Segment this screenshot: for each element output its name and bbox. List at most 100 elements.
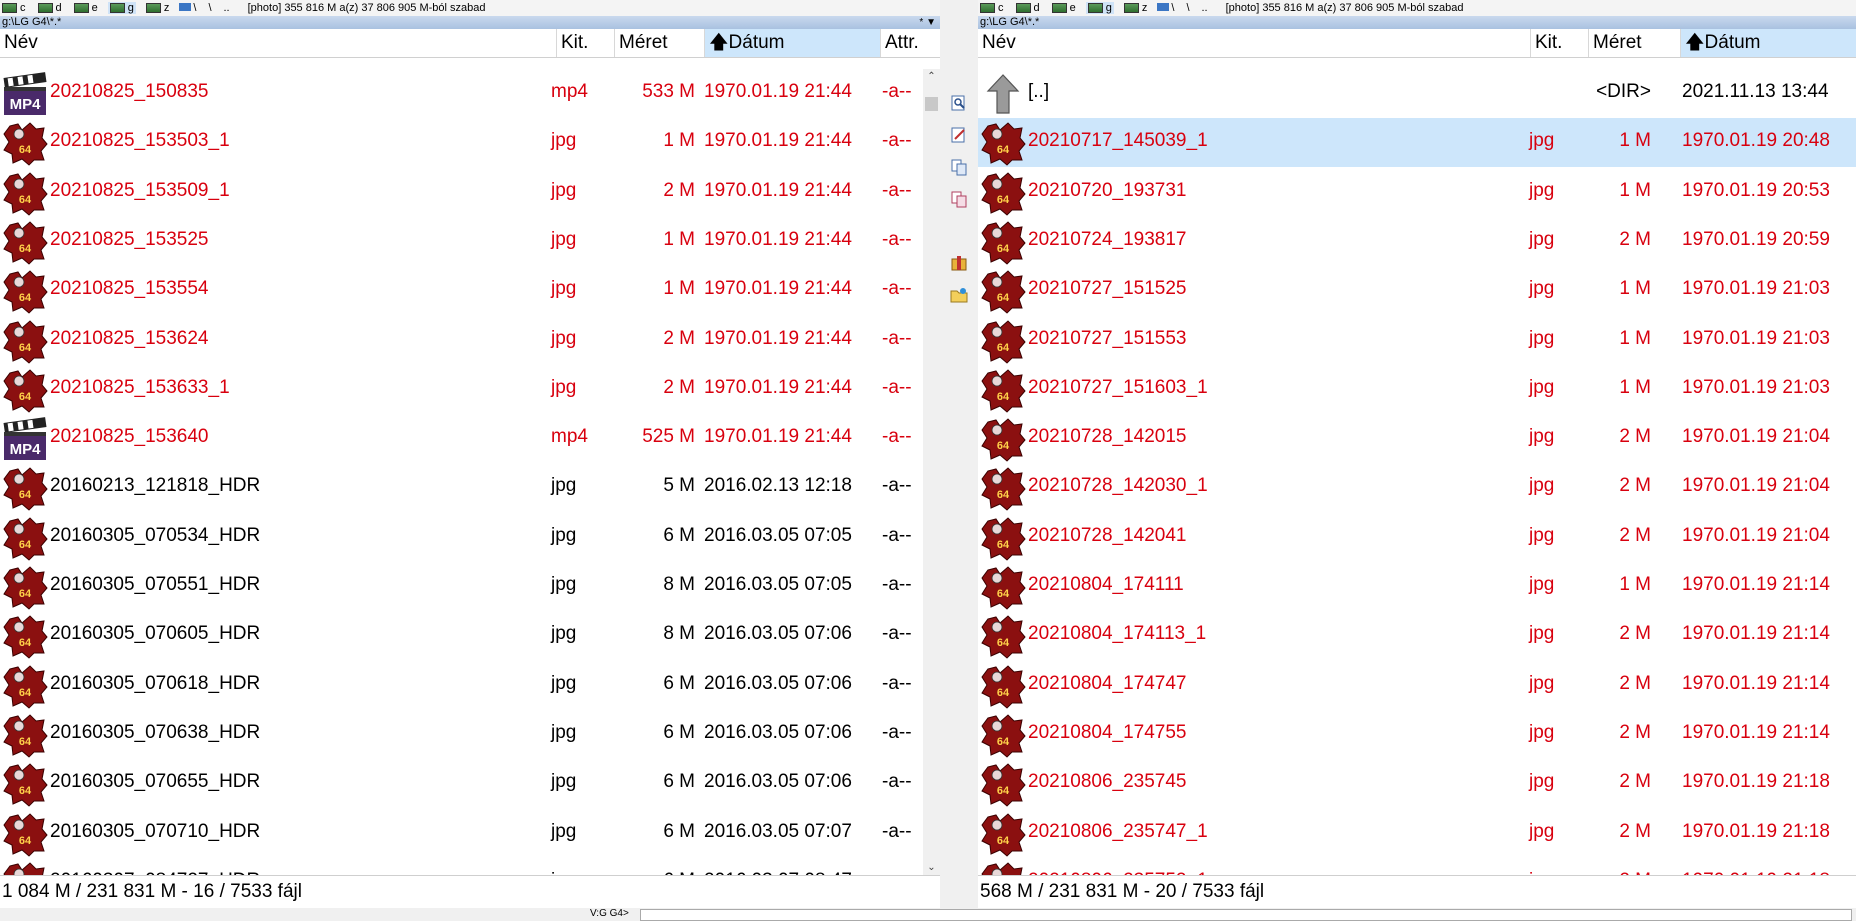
- image-file-icon: 64: [3, 714, 48, 758]
- svg-text:64: 64: [19, 292, 32, 304]
- file-row[interactable]: 6420210806_235752_1jpg2 M1970.01.19 21:1…: [978, 858, 1856, 876]
- drive-e-button[interactable]: e: [72, 2, 100, 14]
- file-row[interactable]: 64 20210825_153633_1 jpg 2 M 1970.01.19 21:4…: [0, 365, 940, 414]
- file-name: 20160305_070655_HDR: [50, 771, 261, 793]
- command-prompt-label: V:G G4>: [590, 908, 629, 919]
- file-name: 20210804_174755: [1028, 721, 1187, 743]
- file-row[interactable]: 64 20210728_142041 jpg 2 M 1970.01.19 21:04: [978, 513, 1856, 562]
- command-input[interactable]: [640, 909, 1852, 921]
- new-folder-icon[interactable]: [950, 286, 968, 304]
- history-buttons[interactable]: * ▼: [919, 16, 936, 29]
- svg-text:64: 64: [997, 144, 1010, 156]
- file-row[interactable]: 64 20210804_174747 jpg 2 M 1970.01.19 21:14: [978, 661, 1856, 710]
- file-row[interactable]: 64 20210724_193817 jpg 2 M 1970.01.19 20:59: [978, 217, 1856, 266]
- copy-icon[interactable]: [950, 158, 968, 176]
- file-row[interactable]: 64 20160213_121818_HDR jpg 5 M 2016.02.13 12…: [0, 463, 940, 512]
- file-row[interactable]: 64 20160305_070551_HDR jpg 8 M 2016.03.05 07…: [0, 562, 940, 611]
- image-file-icon: 64: [3, 812, 48, 857]
- file-row[interactable]: 64 20210804_174111 jpg 1 M 1970.01.19 21:14: [978, 562, 1856, 611]
- path-bar[interactable]: g:\LG G4\*.*: [978, 16, 1856, 29]
- file-list[interactable]: MP4 20210825_150835 mp4 533 M 1970.01.19 21:…: [0, 69, 940, 876]
- file-row[interactable]: 64 20160305_070655_HDR jpg 6 M 2016.03.05 07…: [0, 759, 940, 808]
- drive-icon: [1015, 3, 1031, 13]
- header-date[interactable]: 🡅Dátum: [704, 29, 880, 57]
- file-row[interactable]: 64 20210728_142030_1 jpg 2 M 1970.01.19 21:0…: [978, 463, 1856, 512]
- file-list[interactable]: [..] <DIR> 2021.11.13 13:44 64 20210717_1450…: [978, 69, 1856, 876]
- scroll-thumb[interactable]: [925, 97, 938, 111]
- file-name: 20160305_070605_HDR: [50, 623, 261, 645]
- header-name[interactable]: Név: [978, 29, 1530, 57]
- header-date[interactable]: 🡅Dátum: [1680, 29, 1856, 57]
- drive-z-button[interactable]: z: [1122, 2, 1150, 14]
- edit-icon[interactable]: [950, 126, 968, 144]
- drive-d-button[interactable]: d: [1014, 2, 1042, 14]
- file-row[interactable]: 64 20210825_153525 jpg 1 M 1970.01.19 21:44 -…: [0, 217, 940, 266]
- scroll-up-icon[interactable]: ⌃: [923, 69, 940, 85]
- file-date: 2016.03.05 07:06: [704, 771, 852, 793]
- file-date: 1970.01.19 20:59: [1682, 228, 1830, 250]
- file-ext: jpg: [1529, 721, 1555, 743]
- file-row[interactable]: 64 20210720_193731 jpg 1 M 1970.01.19 20:53: [978, 168, 1856, 217]
- file-row[interactable]: 64 20210727_151525 jpg 1 M 1970.01.19 21:03: [978, 266, 1856, 315]
- file-attr: -a--: [882, 475, 912, 497]
- file-row[interactable]: MP4 20210825_153640 mp4 525 M 1970.01.19 21:…: [0, 414, 940, 463]
- drive-e-button[interactable]: e: [1050, 2, 1078, 14]
- file-row[interactable]: 64 20160305_070534_HDR jpg 6 M 2016.03.05 07…: [0, 513, 940, 562]
- file-row[interactable]: [..] <DIR> 2021.11.13 13:44: [978, 69, 1856, 118]
- move-icon[interactable]: [950, 190, 968, 208]
- file-row[interactable]: 64 20210825_153554 jpg 1 M 1970.01.19 21:44 -…: [0, 266, 940, 315]
- file-row[interactable]: 64 20160305_070618_HDR jpg 6 M 2016.03.05 07…: [0, 661, 940, 710]
- file-name: 20210804_174747: [1028, 672, 1187, 694]
- drive-c-button[interactable]: c: [0, 2, 28, 14]
- image-file-icon: 64: [3, 862, 45, 876]
- drive-g-button[interactable]: g: [1085, 2, 1114, 14]
- drive-z-button[interactable]: z: [144, 2, 172, 14]
- drive-c-button[interactable]: c: [978, 2, 1006, 14]
- header-ext[interactable]: Kit.: [556, 29, 614, 57]
- root-button[interactable]: \: [208, 2, 211, 14]
- scroll-down-icon[interactable]: ⌄: [923, 860, 940, 876]
- root-button[interactable]: \: [1186, 2, 1189, 14]
- header-size[interactable]: Méret: [614, 29, 704, 57]
- file-row[interactable]: 64 20210825_153624 jpg 2 M 1970.01.19 21:44 -…: [0, 316, 940, 365]
- file-ext: jpg: [551, 179, 577, 201]
- drive-d-button[interactable]: d: [36, 2, 64, 14]
- file-row[interactable]: 64 20210806_235745 jpg 2 M 1970.01.19 21:18: [978, 759, 1856, 808]
- file-row[interactable]: 64 20210717_145039_1 jpg 1 M 1970.01.19 20:4…: [978, 118, 1856, 168]
- file-row[interactable]: 64 20210804_174113_1 jpg 2 M 1970.01.19 21:1…: [978, 611, 1856, 660]
- image-file-icon: 64: [981, 319, 1026, 364]
- file-row[interactable]: 64 20210825_153503_1 jpg 1 M 1970.01.19 21:4…: [0, 118, 940, 167]
- file-row[interactable]: 64 20210727_151553 jpg 1 M 1970.01.19 21:03: [978, 316, 1856, 365]
- scrollbar[interactable]: ⌃ ⌄: [923, 69, 940, 876]
- drive-g-button[interactable]: g: [107, 2, 136, 14]
- file-row[interactable]: 64 20160305_070710_HDR jpg 6 M 2016.03.05 07…: [0, 809, 940, 858]
- view-icon[interactable]: [950, 94, 968, 112]
- file-row[interactable]: 6420160307_084727_HDRjpg6 M2016.03.07 08…: [0, 858, 940, 876]
- file-name: 20210806_235747_1: [1028, 820, 1208, 842]
- file-size: 525 M: [642, 426, 695, 448]
- file-row[interactable]: 64 20160305_070605_HDR jpg 8 M 2016.03.05 07…: [0, 611, 940, 660]
- file-row[interactable]: 64 20160305_070638_HDR jpg 6 M 2016.03.05 07…: [0, 710, 940, 759]
- drive-icon: [1051, 3, 1067, 13]
- network-root-button[interactable]: \: [179, 2, 196, 14]
- pack-icon[interactable]: [950, 254, 968, 272]
- file-row[interactable]: 64 20210804_174755 jpg 2 M 1970.01.19 21:14: [978, 710, 1856, 759]
- file-row[interactable]: 64 20210727_151603_1 jpg 1 M 1970.01.19 21:0…: [978, 365, 1856, 414]
- file-row[interactable]: MP4 20210825_150835 mp4 533 M 1970.01.19 21:…: [0, 69, 940, 118]
- header-ext[interactable]: Kit.: [1530, 29, 1588, 57]
- path-bar[interactable]: g:\LG G4\*.* * ▼: [0, 16, 940, 29]
- network-root-button[interactable]: \: [1157, 2, 1174, 14]
- file-ext: jpg: [1529, 376, 1555, 398]
- file-ext: jpg: [1529, 672, 1555, 694]
- file-row[interactable]: 64 20210728_142015 jpg 2 M 1970.01.19 21:04: [978, 414, 1856, 463]
- parent-dir-button[interactable]: ..: [1202, 2, 1208, 14]
- parent-dir-button[interactable]: ..: [224, 2, 230, 14]
- image-file-icon: 64: [981, 763, 1026, 807]
- image-file-icon: 64: [981, 467, 1026, 512]
- header-size[interactable]: Méret: [1588, 29, 1680, 57]
- file-row[interactable]: 64 20210825_153509_1 jpg 2 M 1970.01.19 21:4…: [0, 168, 940, 217]
- header-name[interactable]: Név: [0, 29, 556, 57]
- header-attr[interactable]: Attr.: [880, 29, 940, 57]
- file-row[interactable]: 64 20210806_235747_1 jpg 2 M 1970.01.19 21:1…: [978, 809, 1856, 858]
- file-date: 1970.01.19 21:04: [1682, 524, 1830, 546]
